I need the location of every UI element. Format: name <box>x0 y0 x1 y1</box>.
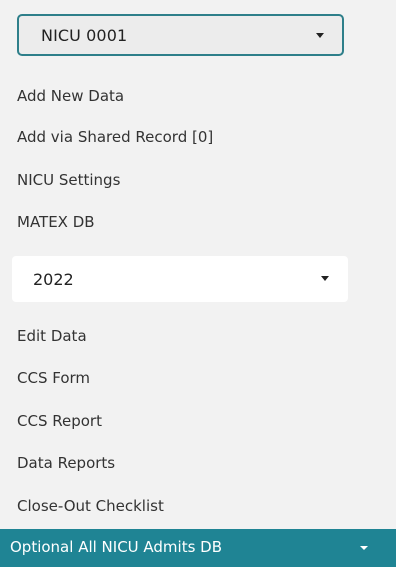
ccs-report-link[interactable]: CCS Report <box>17 412 102 430</box>
add-via-shared-record-link[interactable]: Add via Shared Record [0] <box>17 128 213 146</box>
matex-db-link[interactable]: MATEX DB <box>17 213 95 231</box>
chevron-down-icon <box>321 276 329 281</box>
chevron-down-icon <box>316 33 324 38</box>
optional-nicu-admits-db-menu[interactable]: Optional All NICU Admits DB <box>0 529 396 567</box>
add-new-data-link[interactable]: Add New Data <box>17 87 124 105</box>
nicu-settings-link[interactable]: NICU Settings <box>17 171 120 189</box>
optional-nicu-admits-db-label: Optional All NICU Admits DB <box>10 538 223 556</box>
year-select-value: 2022 <box>33 270 74 289</box>
chevron-down-icon <box>360 546 368 550</box>
edit-data-link[interactable]: Edit Data <box>17 327 87 345</box>
year-select-dropdown[interactable]: 2022 <box>12 256 348 302</box>
ccs-form-link[interactable]: CCS Form <box>17 369 90 387</box>
nicu-select-value: NICU 0001 <box>41 25 128 45</box>
close-out-checklist-link[interactable]: Close-Out Checklist <box>17 497 164 515</box>
sidebar-panel: NICU 0001 Add New Data Add via Shared Re… <box>0 0 396 567</box>
data-reports-link[interactable]: Data Reports <box>17 454 115 472</box>
nicu-select-dropdown[interactable]: NICU 0001 <box>17 14 344 56</box>
